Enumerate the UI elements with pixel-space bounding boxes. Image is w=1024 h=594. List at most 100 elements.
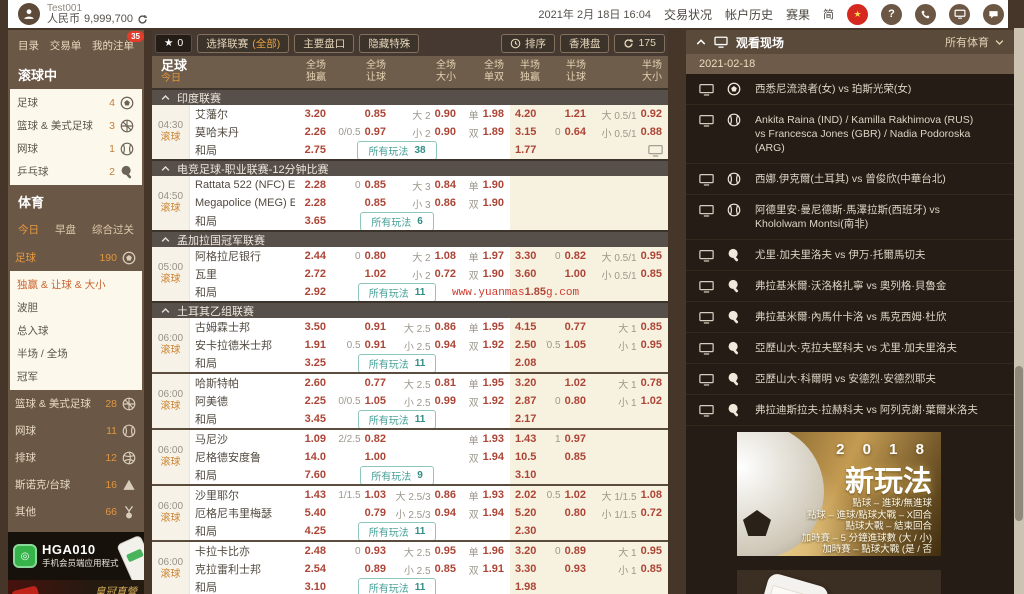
sidebar-live-item[interactable]: 网球1 — [10, 137, 142, 160]
odds-half-win-cell[interactable]: 2.02 — [510, 486, 546, 504]
odds-oddeven-cell[interactable]: 单1.95 — [462, 374, 510, 392]
odds-oddeven-cell[interactable]: 双1.91 — [462, 560, 510, 578]
user-avatar-icon[interactable] — [18, 3, 40, 25]
odds-oddeven-cell[interactable]: 双1.92 — [462, 392, 510, 410]
hga010-app-banner[interactable]: ◎ HGA010 手机会员端应用程式 — [8, 532, 144, 580]
watch-list-item[interactable]: 尤里·加夫里洛夫 vs 伊万·托爾馬切夫 — [686, 240, 1014, 271]
watch-list-item[interactable]: 西娜.伊克爾(土耳其) vs 曾俊欣(中華台北) — [686, 164, 1014, 195]
watch-list-item[interactable]: 阿德里安·曼尼德斯·馬澤拉斯(西班牙) vs Khololwam Montsi(… — [686, 195, 1014, 240]
odds-half-win-cell[interactable]: 3.60 — [510, 265, 546, 283]
league-header[interactable]: 印度联赛 — [152, 88, 668, 105]
all-bets-button[interactable]: 所有玩法9 — [360, 466, 434, 484]
sidebar-tab-today[interactable]: 今日 — [18, 222, 39, 237]
watch-list-item[interactable]: 弗拉基米爾·沃洛格扎寧 vs 奧列格·貝魯金 — [686, 271, 1014, 302]
odds-draw-cell[interactable]: 2.92 — [295, 283, 332, 301]
sidebar-live-item[interactable]: 足球4 — [10, 91, 142, 114]
sidebar-menu-item[interactable]: 独赢 & 让球 & 大小 — [10, 273, 142, 296]
odds-half-handicap-cell[interactable]: 0.93 — [546, 560, 592, 578]
scrollbar-thumb[interactable] — [1015, 366, 1023, 521]
odds-half-draw-cell[interactable]: 1.77 — [510, 141, 546, 159]
sidebar-menu-item[interactable]: 冠军 — [10, 365, 142, 388]
odds-draw-cell[interactable]: 3.65 — [295, 212, 332, 230]
odds-half-win-cell[interactable]: 4.20 — [510, 105, 546, 123]
odds-handicap-cell[interactable]: 0/0.50.97 — [332, 123, 392, 141]
watch-list-item[interactable]: 西悉尼流浪者(女) vs 珀斯光荣(女) — [686, 74, 1014, 105]
day-filter[interactable]: 今日 — [161, 72, 295, 85]
odds-half-handicap-cell[interactable]: 00.89 — [546, 542, 592, 560]
odds-half-draw-cell[interactable]: 3.10 — [510, 466, 546, 484]
hide-special-button[interactable]: 隐藏特殊 — [359, 34, 419, 53]
odds-handicap-cell[interactable]: 0/0.51.05 — [332, 392, 392, 410]
odds-half-draw-cell[interactable]: 1.98 — [510, 578, 546, 594]
odds-handicap-cell[interactable]: 1.02 — [332, 265, 392, 283]
odds-handicap-cell[interactable]: 0.77 — [332, 374, 392, 392]
sidebar-sport-item[interactable]: 篮球 & 美式足球28 — [8, 390, 144, 417]
odds-handicap-cell[interactable]: 2/2.50.82 — [332, 430, 392, 448]
odds-half-overunder-cell[interactable]: 小 0.5/10.85 — [592, 265, 668, 283]
watch-list-item[interactable]: 弗拉迪斯拉夫·拉赫科夫 vs 阿列克謝·葉爾米洛夫 — [686, 395, 1014, 426]
odds-half-handicap-cell[interactable]: 1.02 — [546, 374, 592, 392]
link-transaction-status[interactable]: 交易状况 — [664, 6, 712, 23]
all-bets-button[interactable]: 所有玩法11 — [358, 522, 437, 540]
promo-2018-banner[interactable]: 2 0 1 8 新玩法 點球 – 進球/無進球點球 – 進球/點球大戰 – X回… — [737, 432, 941, 556]
odds-overunder-cell[interactable]: 小 2.5/30.94 — [392, 504, 462, 522]
odds-win-cell[interactable]: 5.40 — [295, 504, 332, 522]
odds-overunder-cell[interactable]: 大 2.50.81 — [392, 374, 462, 392]
odds-handicap-cell[interactable]: 0.91 — [332, 318, 392, 336]
odds-half-win-cell[interactable]: 4.15 — [510, 318, 546, 336]
odds-handicap-cell[interactable]: 1.00 — [332, 448, 392, 466]
sidebar-live-item[interactable]: 乒乓球2 — [10, 160, 142, 183]
watch-list-item[interactable]: 亞歷山大·克拉夫堅科夫 vs 尤里·加夫里洛夫 — [686, 333, 1014, 364]
odds-half-handicap-cell[interactable]: 0.85 — [546, 448, 592, 466]
odds-half-handicap-cell[interactable]: 1.00 — [546, 265, 592, 283]
odds-draw-cell[interactable]: 4.25 — [295, 522, 332, 540]
odds-draw-cell[interactable]: 3.45 — [295, 410, 332, 428]
odds-draw-cell[interactable]: 3.25 — [295, 354, 332, 372]
china-flag-icon[interactable]: ★ — [847, 4, 868, 25]
odds-overunder-cell[interactable]: 大 2.50.86 — [392, 318, 462, 336]
link-results[interactable]: 赛果 — [786, 6, 810, 23]
odds-half-handicap-cell[interactable]: 0.51.02 — [546, 486, 592, 504]
live-tv-icon[interactable] — [949, 4, 970, 25]
odds-oddeven-cell[interactable]: 双1.90 — [462, 265, 510, 283]
all-bets-button[interactable]: 所有玩法38 — [357, 141, 436, 159]
odds-oddeven-cell[interactable]: 单1.90 — [462, 176, 510, 194]
odds-half-handicap-cell[interactable]: 0.80 — [546, 504, 592, 522]
odds-overunder-cell[interactable]: 大 2.5/30.86 — [392, 486, 462, 504]
odds-win-cell[interactable]: 1.91 — [295, 336, 332, 354]
sidebar-tab-parlay[interactable]: 综合过关 — [92, 222, 134, 237]
collapse-chevron-up-icon[interactable] — [696, 38, 706, 46]
odds-half-draw-cell[interactable]: 2.30 — [510, 522, 546, 540]
odds-handicap-cell[interactable]: 0.85 — [332, 105, 392, 123]
odds-half-win-cell[interactable]: 5.20 — [510, 504, 546, 522]
odds-win-cell[interactable]: 2.48 — [295, 542, 332, 560]
odds-oddeven-cell[interactable]: 单1.93 — [462, 430, 510, 448]
odds-oddeven-cell[interactable]: 单1.97 — [462, 247, 510, 265]
odds-half-overunder-cell[interactable]: 小 11.02 — [592, 392, 668, 410]
odds-half-win-cell[interactable]: 3.20 — [510, 542, 546, 560]
odds-half-handicap-cell[interactable]: 0/0.51.05 — [546, 336, 592, 354]
sidebar-sport-item[interactable]: 网球11 — [8, 417, 144, 444]
live228-casino-banner[interactable]: 皇冠直營 皇家娛樂城 www.live228.com — [8, 580, 144, 594]
sidebar-live-item[interactable]: 篮球 & 美式足球3 — [10, 114, 142, 137]
phone-icon[interactable] — [915, 4, 936, 25]
odds-oddeven-cell[interactable]: 单1.98 — [462, 105, 510, 123]
odds-overunder-cell[interactable]: 小 2.50.94 — [392, 336, 462, 354]
odds-win-cell[interactable]: 2.44 — [295, 247, 332, 265]
language-toggle[interactable]: 简 — [823, 6, 834, 22]
refresh-odds-button[interactable]: 175 — [614, 34, 665, 53]
odds-win-cell[interactable]: 2.26 — [295, 123, 332, 141]
odds-handicap-cell[interactable]: 1/1.51.03 — [332, 486, 392, 504]
odds-half-overunder-cell[interactable]: 大 1/1.51.08 — [592, 486, 668, 504]
market-type-button[interactable]: 香港盘 — [560, 34, 610, 53]
all-bets-button[interactable]: 所有玩法11 — [358, 410, 437, 428]
odds-draw-cell[interactable]: 3.10 — [295, 578, 332, 594]
odds-win-cell[interactable]: 2.54 — [295, 560, 332, 578]
odds-overunder-cell[interactable]: 大 30.84 — [392, 176, 462, 194]
odds-handicap-cell[interactable]: 0.79 — [332, 504, 392, 522]
odds-win-cell[interactable]: 2.60 — [295, 374, 332, 392]
odds-half-overunder-cell[interactable]: 大 10.78 — [592, 374, 668, 392]
monitor-icon[interactable] — [648, 144, 663, 157]
odds-draw-cell[interactable]: 2.75 — [295, 141, 332, 159]
odds-half-handicap-cell[interactable]: 0.77 — [546, 318, 592, 336]
